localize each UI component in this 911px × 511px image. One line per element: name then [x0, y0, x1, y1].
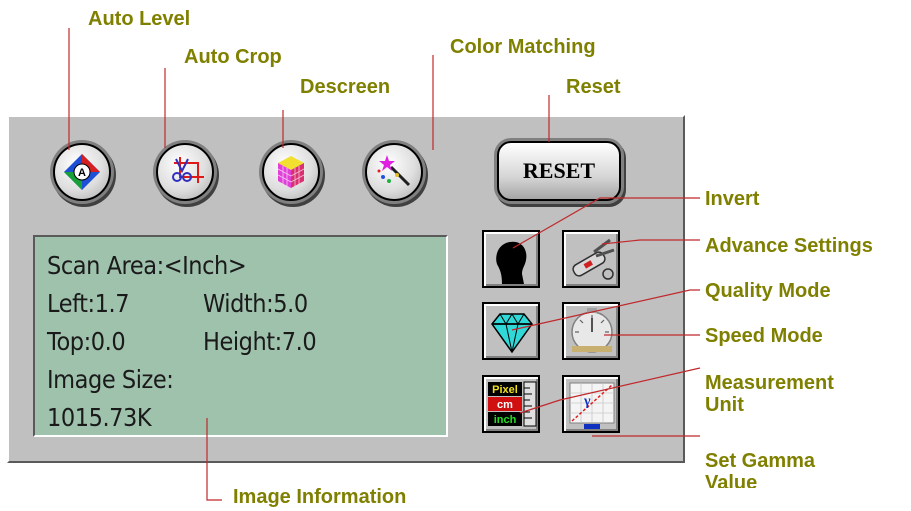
leader-advance-settings	[601, 239, 700, 245]
callout-reset: Reset	[566, 76, 621, 98]
callout-advance-settings: Advance Settings	[705, 235, 873, 257]
callout-measurement-unit: Measurement Unit	[705, 372, 905, 416]
leader-quality-mode	[511, 289, 700, 331]
callout-measurement-unit-line2: Unit	[705, 394, 744, 416]
callout-color-matching: Color Matching	[450, 36, 596, 58]
leader-measurement-unit	[519, 367, 701, 414]
callout-auto-level: Auto Level	[88, 8, 191, 30]
callout-invert: Invert	[705, 188, 760, 210]
callout-set-gamma-line1: Set Gamma	[705, 450, 816, 472]
callout-auto-crop: Auto Crop	[184, 46, 282, 68]
callout-speed-mode: Speed Mode	[705, 325, 823, 347]
callout-set-gamma-line2: Value	[705, 472, 758, 488]
callout-measurement-unit-line1: Measurement	[705, 372, 834, 394]
callout-set-gamma: Set Gamma Value	[705, 450, 905, 488]
leader-image-information	[206, 418, 222, 501]
callout-quality-mode: Quality Mode	[705, 280, 831, 302]
callout-image-information: Image Information	[233, 486, 407, 508]
callout-descreen: Descreen	[300, 76, 391, 98]
